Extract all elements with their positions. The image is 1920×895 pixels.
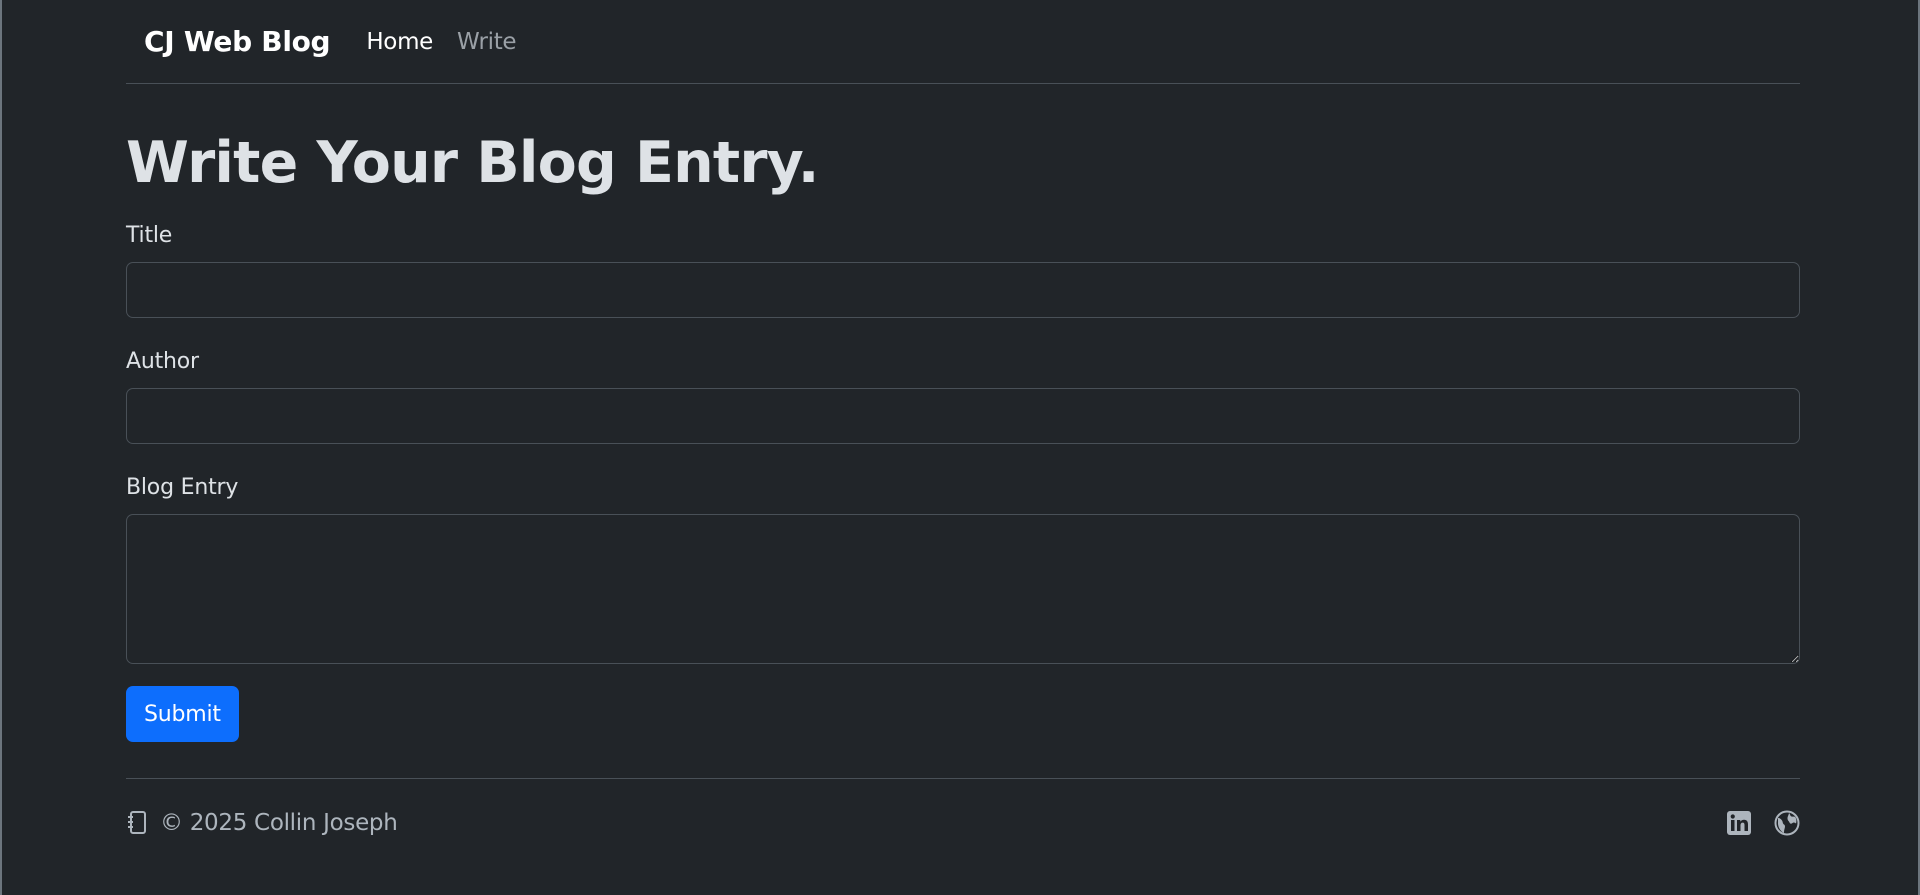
brand-link[interactable]: CJ Web Blog (144, 25, 331, 58)
title-label: Title (126, 223, 173, 248)
site-header: CJ Web Blog Home Write (126, 0, 1800, 84)
blog-entry-form: Title Author Blog Entry Submit (126, 222, 1800, 742)
page-title: Write Your Blog Entry. (126, 130, 819, 196)
globe-icon[interactable] (1774, 810, 1800, 836)
journal-icon (126, 810, 148, 836)
copyright-text: © 2025 Collin Joseph (160, 809, 398, 836)
site-footer: © 2025 Collin Joseph (126, 778, 1800, 866)
author-input[interactable] (126, 388, 1800, 444)
blog-entry-label: Blog Entry (126, 475, 239, 500)
nav-home-link[interactable]: Home (366, 29, 433, 55)
footer-social-links (1726, 810, 1800, 836)
footer-left: © 2025 Collin Joseph (126, 810, 398, 836)
page-container: CJ Web Blog Home Write Write Your Blog E… (126, 0, 1800, 866)
blog-entry-textarea[interactable] (126, 514, 1800, 664)
main-content: Write Your Blog Entry. Title Author Blog… (126, 128, 1800, 742)
linkedin-icon[interactable] (1726, 810, 1752, 836)
main-nav: Home Write (366, 29, 516, 55)
submit-button[interactable]: Submit (126, 686, 239, 742)
author-label: Author (126, 349, 199, 374)
title-input[interactable] (126, 262, 1800, 318)
nav-write-link[interactable]: Write (457, 29, 517, 55)
